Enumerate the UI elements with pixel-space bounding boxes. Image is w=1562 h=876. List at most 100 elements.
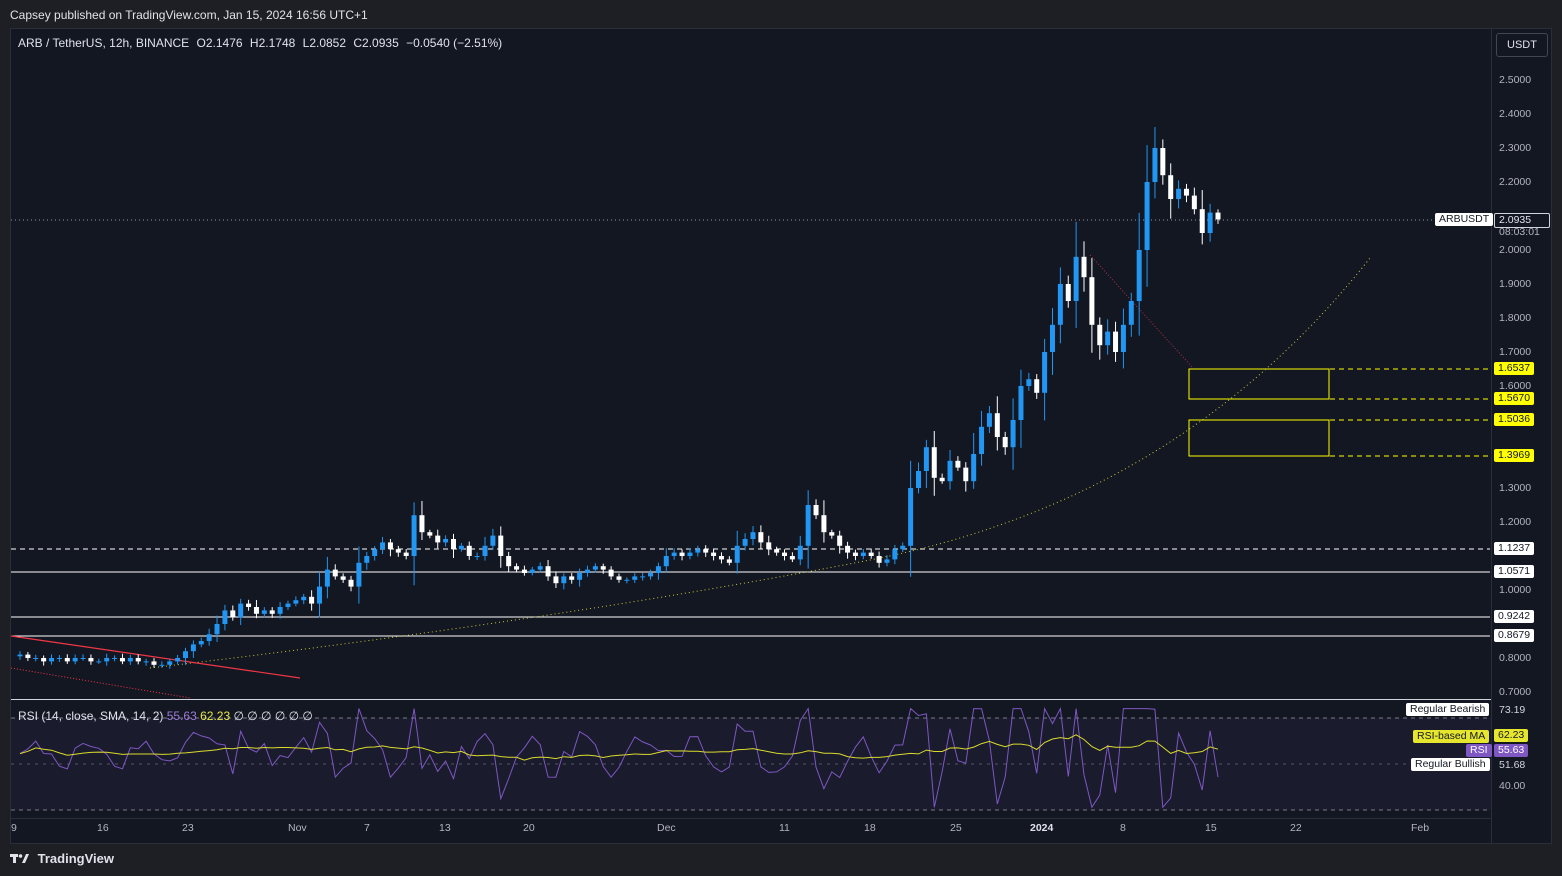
time-axis-label: 20 xyxy=(523,822,535,834)
candle-body xyxy=(419,515,425,533)
candle-body xyxy=(1168,175,1174,199)
tradingview-logo[interactable]: TradingView xyxy=(10,851,114,866)
pane-separator xyxy=(11,699,1491,700)
candle-body xyxy=(198,641,204,645)
candle-body xyxy=(986,413,992,427)
time-axis-label: 13 xyxy=(439,822,451,834)
time-axis-label: Feb xyxy=(1411,822,1430,834)
candle-body xyxy=(1081,256,1087,278)
candle-body xyxy=(1105,331,1111,346)
candle-body xyxy=(892,549,898,560)
rsi-tag: RSI xyxy=(1466,744,1492,757)
candle-body xyxy=(529,569,535,573)
demand-zone-upper xyxy=(1188,368,1330,400)
price-tick-label: 1.2000 xyxy=(1499,516,1532,528)
rsi-lower-value: 51.68 xyxy=(1495,759,1530,772)
candle-body xyxy=(435,535,441,543)
price-tick-label: 2.5000 xyxy=(1499,74,1532,86)
rsi-legend-value: 55.63 xyxy=(166,709,197,723)
candle-body xyxy=(592,566,598,570)
chart-canvas[interactable] xyxy=(0,0,1562,876)
candle-body xyxy=(1215,212,1221,220)
candle-body xyxy=(261,610,267,614)
candle-body xyxy=(356,562,362,587)
candle-body xyxy=(750,532,756,539)
candle-body xyxy=(939,477,945,482)
candle-body xyxy=(1042,352,1048,393)
candle-body xyxy=(277,607,283,614)
candle-body xyxy=(608,569,614,577)
time-axis-separator xyxy=(11,818,1491,819)
candle-body xyxy=(663,556,669,567)
candle-body xyxy=(900,545,906,550)
rsi-upper-value: 73.19 xyxy=(1495,704,1530,717)
candle-body xyxy=(1136,250,1142,301)
price-tick-label: 2.0000 xyxy=(1499,244,1532,256)
time-axis-label: Nov xyxy=(288,822,307,834)
price-tick-label: 1.9000 xyxy=(1499,278,1532,290)
candle-body xyxy=(395,549,401,553)
candle-body xyxy=(648,573,654,577)
candle-body xyxy=(450,539,456,550)
candle-body xyxy=(387,542,393,550)
candle-body xyxy=(80,658,86,659)
regular-bearish-tag: Regular Bearish xyxy=(1406,703,1490,716)
candle-body xyxy=(852,552,858,556)
white-level-tag: 1.1237 xyxy=(1494,542,1535,555)
price-tick-label: 1.0000 xyxy=(1499,584,1532,596)
candle-body xyxy=(671,552,677,556)
candle-body xyxy=(332,569,338,577)
candle-body xyxy=(742,539,748,546)
rsi-ma-value: 62.23 xyxy=(1494,729,1529,742)
candle-body xyxy=(679,552,685,556)
candle-body xyxy=(1057,284,1063,325)
candle-body xyxy=(498,535,504,556)
candle-body xyxy=(324,569,330,587)
candle-body xyxy=(521,569,527,573)
candle-body xyxy=(458,545,464,550)
candle-body xyxy=(908,488,914,546)
time-axis-label: Dec xyxy=(657,822,676,834)
candle-body xyxy=(805,505,811,546)
candle-body xyxy=(860,552,866,556)
candle-body xyxy=(33,658,39,659)
time-axis-label: 16 xyxy=(97,822,109,834)
candlestick-series[interactable] xyxy=(17,127,1221,669)
candle-body xyxy=(1199,209,1205,233)
candle-body xyxy=(537,566,543,570)
candle-body xyxy=(837,535,843,546)
candle-body xyxy=(443,539,449,543)
candle-body xyxy=(640,576,646,578)
price-tick-label: 2.4000 xyxy=(1499,108,1532,120)
candle-body xyxy=(175,658,181,662)
price-tick-label: 1.6000 xyxy=(1499,380,1532,392)
symbol-price-tag: ARBUSDT xyxy=(1435,213,1494,226)
candle-body xyxy=(726,559,732,563)
candle-body xyxy=(41,658,47,662)
channel-bottom-line xyxy=(10,667,191,699)
rsi-title: RSI (14, close, SMA, 14, 2) xyxy=(18,709,164,723)
regular-bullish-tag: Regular Bullish xyxy=(1411,758,1490,771)
candle-body xyxy=(135,658,141,662)
candle-body xyxy=(782,552,788,556)
candle-body xyxy=(947,460,953,482)
candle-body xyxy=(994,413,1000,437)
price-tick-label: 1.3000 xyxy=(1499,482,1532,494)
candle-body xyxy=(916,471,921,488)
rsi-na-markers: ∅ ∅ ∅ ∅ ∅ ∅ xyxy=(233,709,313,723)
candle-body xyxy=(143,661,149,663)
rsi-legend: RSI (14, close, SMA, 14, 2) 55.63 62.23 … xyxy=(18,709,313,723)
candle-body xyxy=(104,658,110,662)
candle-body xyxy=(813,505,819,516)
candle-body xyxy=(64,658,70,662)
time-axis-label: 8 xyxy=(1120,822,1126,834)
candle-body xyxy=(766,542,772,550)
rsi-ma-tag: RSI-based MA xyxy=(1413,730,1490,743)
candle-body xyxy=(695,549,701,553)
candle-body xyxy=(96,661,102,663)
rsi-legend-ma: 62.23 xyxy=(200,709,231,723)
candle-body xyxy=(372,549,378,556)
candle-body xyxy=(711,552,717,556)
white-level-tag: 0.8679 xyxy=(1494,629,1535,642)
candle-body xyxy=(427,532,433,536)
